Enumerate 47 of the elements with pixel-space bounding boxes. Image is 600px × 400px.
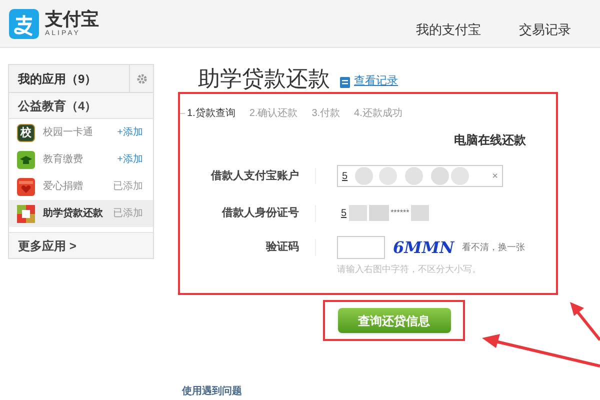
id-masked-value: ****** [390,207,410,220]
app-list-item[interactable]: 助学贷款还款 已添加 [9,200,153,227]
app-name: 助学贷款还款 [43,206,104,221]
redaction-blur [348,205,389,222]
page-title: 助学贷款还款 [198,68,330,90]
nav-link[interactable]: 我的支付宝 [416,20,481,40]
field-value: 5 [342,170,348,184]
nav-link[interactable]: 交易记录 [519,20,571,40]
records-link[interactable]: 查看记录 [354,72,398,89]
add-link[interactable]: +添加 [117,125,143,140]
document-icon [340,77,350,88]
settings-icon [136,72,148,84]
captcha-code: 6MMN [393,236,454,258]
step-label: 2.确认还款 [249,107,298,121]
field-label: 验证码 [180,239,316,256]
step-label: 4.还款成功 [354,106,402,121]
captcha-hint: 请输入右图中字符，不区分大小写。 [337,262,482,276]
step-label: 3.付款 [312,107,340,121]
logo-text: 支付宝 [45,10,99,28]
field-label: 借款人身份证号 [180,205,316,222]
app-name: 爱心捐赠 [43,180,84,194]
added-label: 已添加 [113,206,143,221]
step-label: 1.贷款查询 [187,106,236,121]
app-list-item[interactable]: 教育缴费 +添加 [9,146,153,173]
added-label: 已添加 [113,180,143,194]
app-list-item[interactable]: 爱心捐赠 已添加 [9,173,153,200]
add-link[interactable]: +添加 [117,152,143,167]
loan-app-icon [17,204,35,222]
account-input-field[interactable]: 5 × [337,165,503,187]
school-icon: 校 [17,124,35,142]
graduation-cap-icon [17,150,35,168]
redaction-blur [411,205,430,222]
alipay-logo-icon [9,8,39,38]
app-name: 教育缴费 [43,152,84,167]
clear-button[interactable]: × [492,168,498,184]
query-button[interactable]: 查询还贷信息 [338,308,450,333]
app-name: 校园一卡通 [43,126,94,140]
refresh-captcha-link[interactable]: 看不清，换一张 [462,240,526,254]
sidebar-title: 我的应用（9） [16,70,98,88]
app-list-item[interactable]: 校 校园一卡通 +添加 [9,119,153,146]
field-label: 借款人支付宝账户 [180,168,316,184]
form-title: 电脑在线还款 [454,132,526,149]
captcha-input-field[interactable] [337,236,385,259]
help-heading: 使用遇到问题 [182,384,243,399]
heart-box-icon [17,178,35,196]
section-title: 公益教育（4） [16,98,97,114]
id-value: 5 [341,206,347,221]
